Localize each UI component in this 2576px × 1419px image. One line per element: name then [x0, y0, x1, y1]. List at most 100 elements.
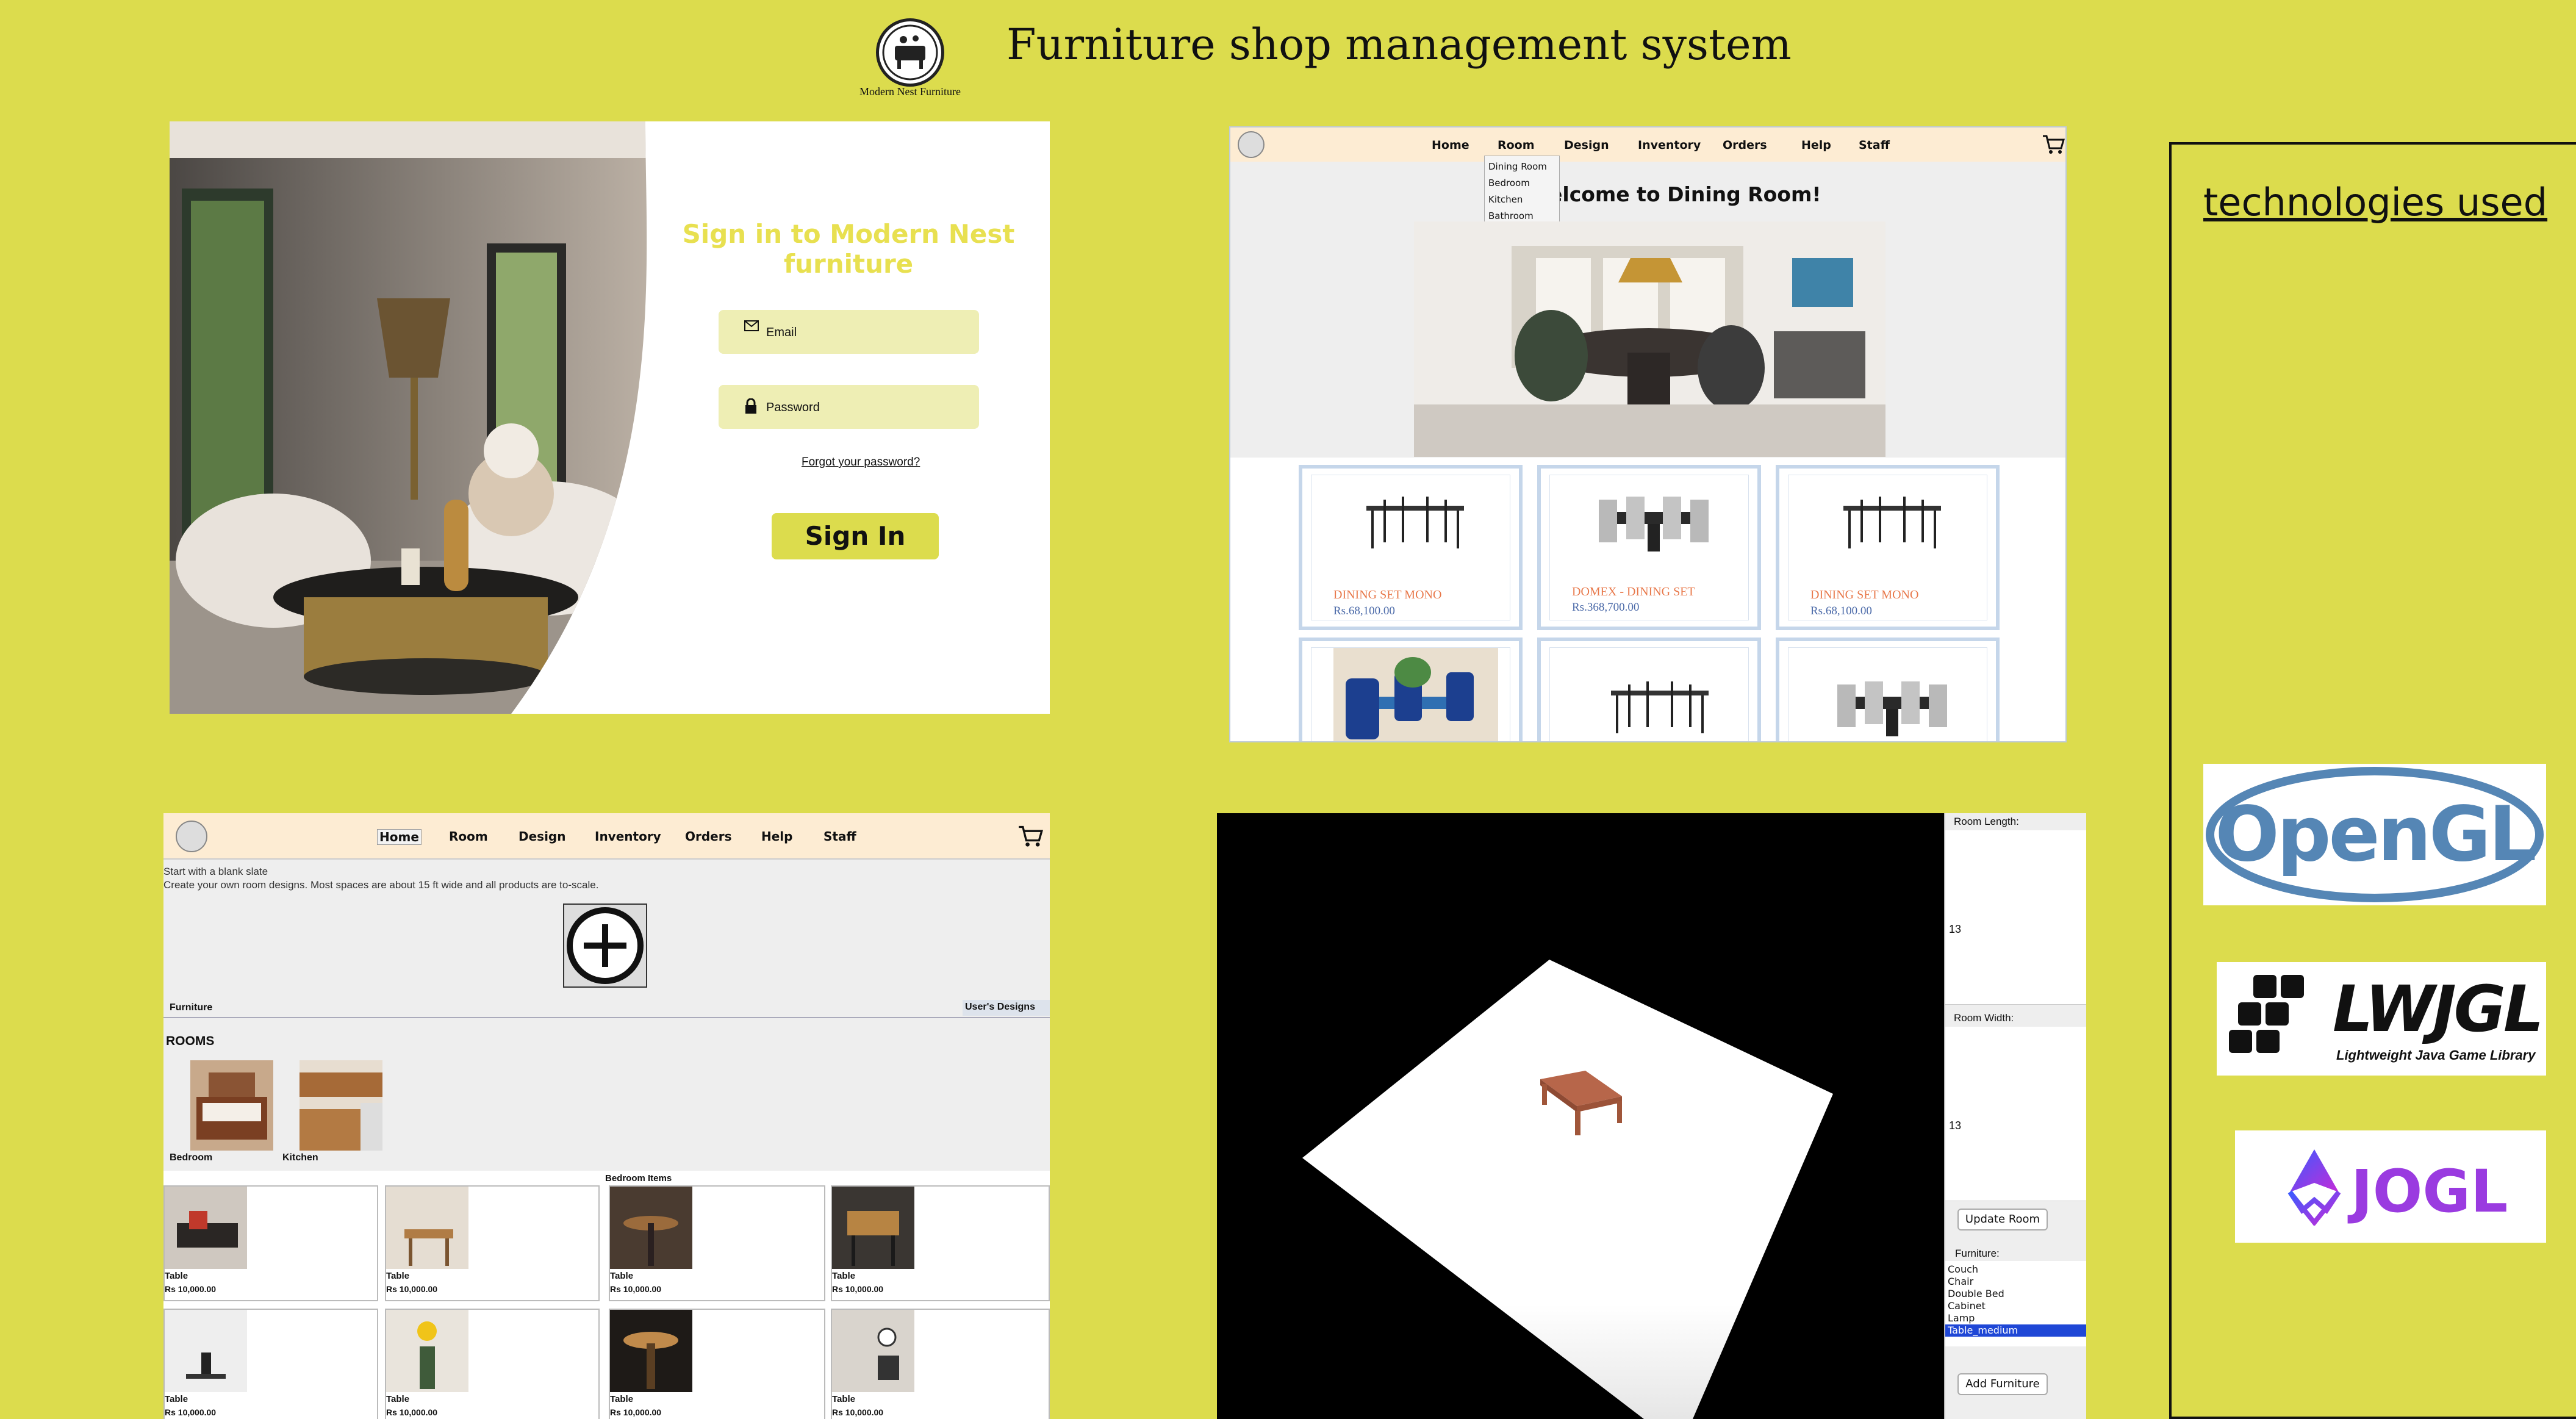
furniture-option-cabinet[interactable]: Cabinet — [1945, 1300, 2086, 1312]
product-card-1[interactable]: DINING SET MONO Rs.68,100.00 — [1299, 465, 1523, 630]
item-image-7 — [610, 1310, 692, 1392]
sign-in-button[interactable]: Sign In — [772, 513, 939, 559]
kitchen-thumbnail[interactable] — [300, 1060, 382, 1151]
password-field[interactable]: Password — [719, 385, 979, 429]
dropdown-item-kitchen[interactable]: Kitchen — [1488, 192, 1555, 208]
editor-panel: Room Length: 13 Room Width: 13 Update Ro… — [1217, 813, 2086, 1419]
product-image-2 — [1599, 497, 1709, 551]
furniture-option-double-bed[interactable]: Double Bed — [1945, 1288, 2086, 1300]
item-name-3: Table — [610, 1271, 634, 1281]
item-price-2: Rs 10,000.00 — [386, 1284, 438, 1294]
design-nav-design[interactable]: Design — [518, 829, 565, 844]
cart-icon[interactable] — [1017, 824, 1043, 849]
room-label-bedroom: Bedroom — [170, 1152, 213, 1163]
dropdown-item-dining-room[interactable]: Dining Room — [1488, 159, 1555, 175]
add-furniture-button[interactable]: Add Furniture — [1957, 1373, 2048, 1395]
dropdown-item-bedroom[interactable]: Bedroom — [1488, 175, 1555, 192]
logo-caption: Modern Nest Furniture — [859, 85, 961, 98]
jogl-logo-mark — [2287, 1149, 2341, 1226]
design-nav-room[interactable]: Room — [449, 829, 488, 844]
item-cell-6[interactable]: Table Rs 10,000.00 — [385, 1309, 600, 1419]
product-card-4[interactable] — [1299, 638, 1523, 741]
design-nav-inventory[interactable]: Inventory — [595, 829, 661, 844]
item-price-5: Rs 10,000.00 — [165, 1407, 217, 1417]
room-width-input[interactable]: 13 — [1945, 1027, 2086, 1201]
3d-viewport[interactable] — [1217, 813, 1944, 1419]
update-room-button[interactable]: Update Room — [1957, 1209, 2048, 1230]
item-price-1: Rs 10,000.00 — [165, 1284, 217, 1294]
technologies-heading: technologies used — [2203, 180, 2548, 225]
furniture-option-chair[interactable]: Chair — [1945, 1276, 2086, 1288]
lwjgl-logo-text: LWJGL — [2333, 972, 2544, 1046]
bedroom-items-heading: Bedroom Items — [605, 1173, 672, 1184]
item-cell-5[interactable]: Table Rs 10,000.00 — [163, 1309, 378, 1419]
dining-welcome-heading: elcome to Dining Room! — [1549, 182, 1821, 206]
dining-nav-staff[interactable]: Staff — [1859, 138, 1890, 152]
technologies-panel: technologies used OpenGL LWJGL Lightweig… — [2169, 142, 2576, 1419]
dining-nav-help[interactable]: Help — [1801, 138, 1831, 152]
item-image-5 — [165, 1310, 247, 1392]
dining-nav-logo[interactable] — [1238, 131, 1265, 158]
item-price-3: Rs 10,000.00 — [610, 1284, 662, 1294]
blank-slate-description: Create your own room designs. Most space… — [163, 879, 599, 891]
furniture-list[interactable]: Couch Chair Double Bed Cabinet Lamp Tabl… — [1945, 1261, 2086, 1346]
cart-icon[interactable] — [2042, 134, 2065, 156]
product-image-6 — [1837, 681, 1947, 736]
dining-nav-room[interactable]: Room — [1498, 138, 1535, 152]
room-length-label: Room Length: — [1954, 816, 2019, 827]
furniture-option-lamp[interactable]: Lamp — [1945, 1312, 2086, 1324]
item-cell-4[interactable]: Table Rs 10,000.00 — [831, 1185, 1050, 1301]
item-image-3 — [610, 1187, 692, 1269]
product-price-1: Rs.68,100.00 — [1333, 605, 1395, 617]
design-nav-help[interactable]: Help — [761, 829, 792, 844]
item-image-2 — [386, 1187, 468, 1269]
plus-circle-icon — [567, 907, 644, 984]
dining-nav-orders[interactable]: Orders — [1723, 138, 1767, 152]
item-cell-1[interactable]: Table Rs 10,000.00 — [163, 1185, 378, 1301]
item-cell-3[interactable]: Table Rs 10,000.00 — [609, 1185, 825, 1301]
product-name-2: DOMEX - DINING SET — [1572, 585, 1695, 598]
product-card-2[interactable]: DOMEX - DINING SET Rs.368,700.00 — [1537, 465, 1761, 630]
design-nav-bar: Home Room Design Inventory Orders Help S… — [163, 813, 1050, 860]
tab-divider — [163, 1017, 1050, 1018]
product-card-6[interactable] — [1776, 638, 2000, 741]
furniture-option-couch[interactable]: Couch — [1945, 1263, 2086, 1276]
product-price-2: Rs.368,700.00 — [1572, 601, 1640, 614]
room-width-value: 13 — [1949, 1119, 1962, 1132]
dining-nav-design[interactable]: Design — [1564, 138, 1609, 152]
item-image-6 — [386, 1310, 468, 1392]
product-card-3[interactable]: DINING SET MONO Rs.68,100.00 — [1776, 465, 2000, 630]
rooms-heading: ROOMS — [166, 1034, 215, 1048]
password-placeholder: Password — [766, 401, 820, 414]
item-image-1 — [165, 1187, 247, 1269]
editor-sidebar: Room Length: 13 Room Width: 13 Update Ro… — [1944, 813, 2086, 1419]
email-field[interactable]: Email — [719, 310, 979, 354]
item-price-4: Rs 10,000.00 — [832, 1284, 884, 1294]
design-nav-logo[interactable] — [176, 821, 207, 852]
furniture-option-table-medium[interactable]: Table_medium — [1945, 1324, 2086, 1337]
tab-furniture[interactable]: Furniture — [170, 1002, 212, 1013]
room-length-input[interactable]: 13 — [1945, 830, 2086, 1005]
product-image-1 — [1366, 497, 1464, 548]
product-card-5[interactable] — [1537, 638, 1761, 741]
design-nav-orders[interactable]: Orders — [685, 829, 732, 844]
design-nav-staff[interactable]: Staff — [823, 829, 856, 844]
item-cell-8[interactable]: Table Rs 10,000.00 — [831, 1309, 1050, 1419]
brand-logo — [876, 18, 944, 87]
dining-nav-inventory[interactable]: Inventory — [1638, 138, 1701, 152]
item-name-4: Table — [832, 1271, 856, 1281]
product-name-3: DINING SET MONO — [1810, 588, 1919, 602]
room-label-kitchen: Kitchen — [282, 1152, 318, 1163]
lwjgl-tagline: Lightweight Java Game Library — [2336, 1047, 2536, 1063]
email-placeholder: Email — [766, 326, 797, 339]
item-image-4 — [832, 1187, 914, 1269]
dining-nav-home[interactable]: Home — [1432, 138, 1469, 152]
tab-users-designs[interactable]: User's Designs — [963, 1000, 1050, 1016]
item-cell-2[interactable]: Table Rs 10,000.00 — [385, 1185, 600, 1301]
new-design-button[interactable] — [563, 903, 647, 988]
design-nav-home[interactable]: Home — [377, 829, 422, 845]
item-cell-7[interactable]: Table Rs 10,000.00 — [609, 1309, 825, 1419]
bedroom-thumbnail[interactable] — [190, 1060, 273, 1151]
forgot-password-link[interactable]: Forgot your password? — [802, 456, 920, 469]
room-length-value: 13 — [1949, 923, 1962, 935]
